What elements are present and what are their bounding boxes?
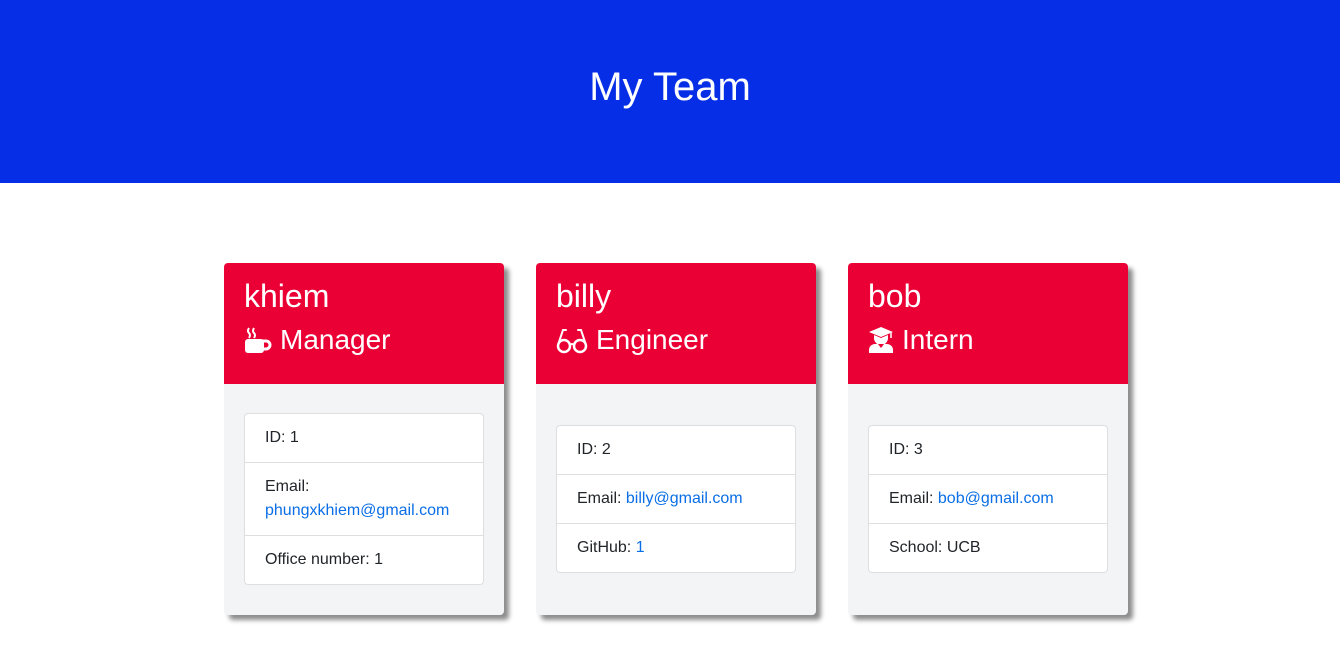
card-header: bob Intern <box>848 263 1128 384</box>
employee-card-intern: bob Intern ID: 3 Email: bob@gmail.com Sc… <box>848 263 1128 615</box>
github-row: GitHub: 1 <box>557 524 795 572</box>
github-label: GitHub: <box>577 539 632 556</box>
employee-card-manager: khiem Manager ID: 1 Email: phungxkhiem@g… <box>224 263 504 615</box>
page-title: My Team <box>589 65 751 109</box>
employee-id: ID: 2 <box>557 426 795 475</box>
employee-email-row: Email: bob@gmail.com <box>869 475 1107 524</box>
card-body: ID: 1 Email: phungxkhiem@gmail.com Offic… <box>224 384 504 585</box>
email-label: Email: <box>577 490 622 507</box>
employee-name: khiem <box>244 278 330 314</box>
employee-email-row: Email: billy@gmail.com <box>557 475 795 524</box>
graduate-icon <box>868 326 894 354</box>
team-area: khiem Manager ID: 1 Email: phungxkhiem@g… <box>0 183 1340 654</box>
role-label: Engineer <box>596 324 709 355</box>
email-link[interactable]: billy@gmail.com <box>626 490 743 507</box>
card-header: khiem Manager <box>224 263 504 384</box>
employee-role: Intern <box>868 323 1108 357</box>
employee-role: Engineer <box>556 323 796 357</box>
role-label: Intern <box>902 324 974 355</box>
employee-email-row: Email: phungxkhiem@gmail.com <box>245 463 483 536</box>
role-label: Manager <box>280 324 391 355</box>
employee-details-list: ID: 2 Email: billy@gmail.com GitHub: 1 <box>556 425 796 573</box>
employee-role: Manager <box>244 323 484 357</box>
employee-name: billy <box>556 278 612 314</box>
employee-details-list: ID: 3 Email: bob@gmail.com School: UCB <box>868 425 1108 573</box>
employee-name: bob <box>868 278 922 314</box>
email-label: Email: <box>265 478 310 495</box>
page-header: My Team <box>0 0 1340 183</box>
school: School: UCB <box>889 539 981 556</box>
card-header: billy Engineer <box>536 263 816 384</box>
coffee-mug-icon <box>244 326 272 354</box>
employee-card-engineer: billy Engineer ID: 2 Email: billy@gmail.… <box>536 263 816 615</box>
github-link[interactable]: 1 <box>636 539 645 556</box>
card-body: ID: 2 Email: billy@gmail.com GitHub: 1 <box>536 384 816 573</box>
email-link[interactable]: phungxkhiem@gmail.com <box>265 502 449 519</box>
employee-id: ID: 1 <box>245 414 483 463</box>
office-number: Office number: 1 <box>265 551 383 568</box>
card-body: ID: 3 Email: bob@gmail.com School: UCB <box>848 384 1128 573</box>
glasses-icon <box>556 326 588 354</box>
email-label: Email: <box>889 490 934 507</box>
email-link[interactable]: bob@gmail.com <box>938 490 1054 507</box>
employee-id: ID: 3 <box>869 426 1107 475</box>
employee-details-list: ID: 1 Email: phungxkhiem@gmail.com Offic… <box>244 413 484 585</box>
